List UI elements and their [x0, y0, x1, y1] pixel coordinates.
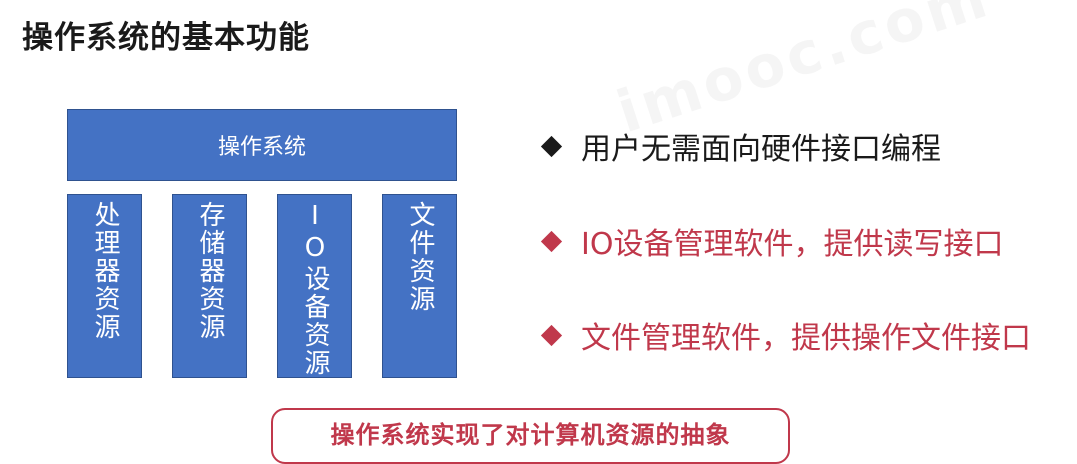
resource-label: 存储器资源 [195, 201, 225, 341]
diamond-bullet-icon [540, 135, 563, 157]
resource-box-file: 文件资源 [382, 194, 457, 378]
resource-box-io: IO设备资源 [277, 194, 352, 378]
resource-label: IO设备资源 [300, 201, 330, 377]
diamond-bullet-icon [540, 324, 563, 346]
summary-callout: 操作系统实现了对计算机资源的抽象 [271, 408, 790, 464]
os-label: 操作系统 [217, 135, 306, 160]
page-title: 操作系统的基本功能 [22, 20, 310, 56]
bullet-item: 文件管理软件，提供操作文件接口 [540, 313, 1031, 357]
resource-label: 文件资源 [405, 201, 435, 313]
bullet-item: IO设备管理软件，提供读写接口 [540, 219, 1003, 263]
bullet-text: IO设备管理软件，提供读写接口 [581, 227, 1004, 262]
os-box: 操作系统 [67, 109, 457, 181]
summary-text: 操作系统实现了对计算机资源的抽象 [330, 420, 731, 449]
resource-label: 处理器资源 [90, 201, 120, 341]
diamond-bullet-icon [540, 230, 563, 252]
bullet-text: 用户无需面向硬件接口编程 [581, 132, 941, 167]
bullet-text: 文件管理软件，提供操作文件接口 [581, 321, 1031, 356]
bullet-item: 用户无需面向硬件接口编程 [540, 124, 941, 168]
resource-box-processor: 处理器资源 [67, 194, 142, 378]
resource-box-memory: 存储器资源 [172, 194, 247, 378]
